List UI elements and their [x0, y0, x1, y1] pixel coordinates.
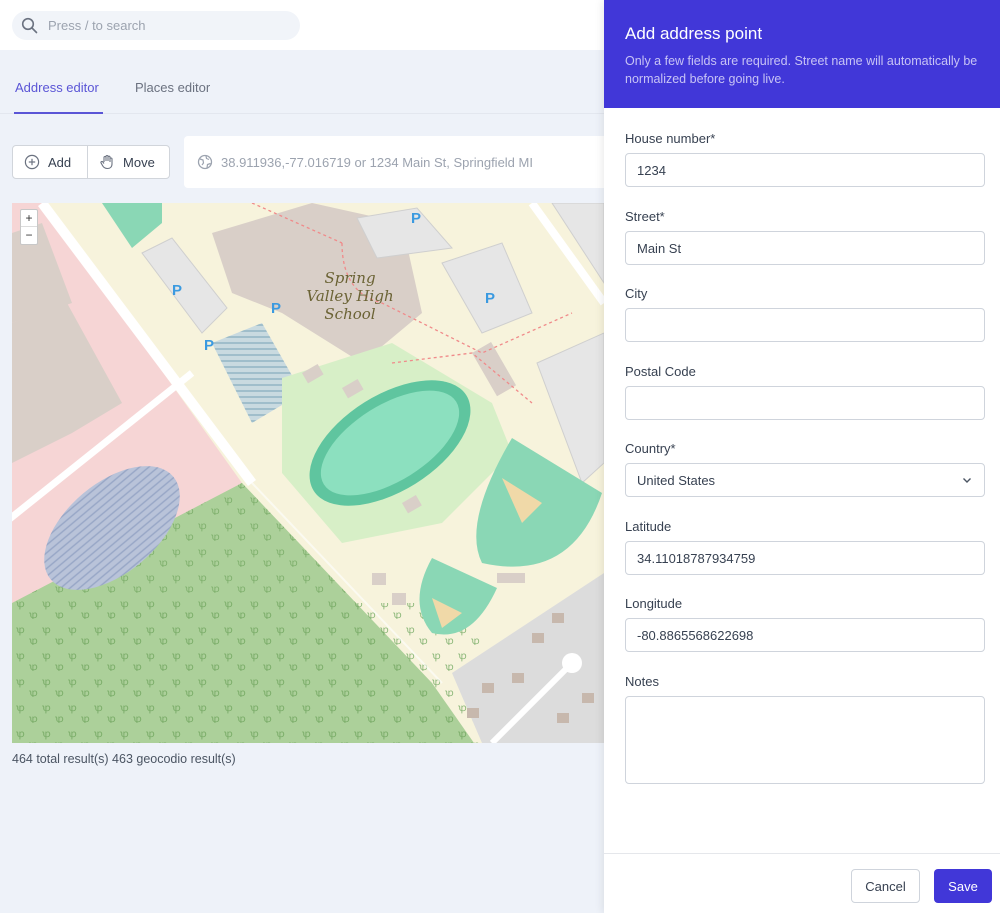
- tab-places-editor[interactable]: Places editor: [135, 80, 210, 95]
- parking-marker: P: [411, 210, 421, 227]
- notes-label: Notes: [625, 674, 659, 689]
- results-count: 464 total result(s) 463 geocodio result(…: [12, 752, 236, 766]
- zoom-controls: + −: [20, 209, 38, 245]
- save-button[interactable]: Save: [934, 869, 992, 903]
- tab-address-editor[interactable]: Address editor: [15, 80, 99, 95]
- city-label: City: [625, 286, 648, 301]
- latitude-label: Latitude: [625, 519, 672, 534]
- longitude-input[interactable]: -80.8865568622698: [625, 618, 985, 652]
- house-number-field-group: House number* 1234: [625, 131, 985, 187]
- latitude-field-group: Latitude 34.11018787934759: [625, 519, 985, 575]
- plus-circle-icon: [24, 154, 40, 170]
- parking-marker: P: [204, 337, 214, 354]
- city-field-group: City: [625, 286, 985, 342]
- hand-icon: [100, 154, 113, 170]
- zoom-in-button[interactable]: +: [21, 210, 37, 227]
- search-bar[interactable]: [12, 11, 300, 40]
- parking-marker: P: [172, 282, 182, 299]
- parking-marker: P: [271, 300, 281, 317]
- add-address-panel: Add address point Only a few fields are …: [604, 0, 1000, 913]
- search-input[interactable]: [48, 18, 288, 33]
- coordinate-search: [184, 136, 604, 188]
- move-button-label: Move: [123, 154, 155, 170]
- chevron-down-icon: [963, 478, 971, 483]
- map-label-line: Valley High: [306, 287, 393, 305]
- country-field-group: Country* United States: [625, 441, 985, 497]
- street-field-group: Street* Main St: [625, 209, 985, 265]
- coordinate-input[interactable]: [221, 154, 601, 170]
- longitude-label: Longitude: [625, 596, 683, 611]
- country-select[interactable]: United States: [625, 463, 985, 497]
- editor-tabs: Address editor Places editor: [0, 50, 604, 114]
- app-root: Address editor Places editor Add Move ꝕ …: [0, 0, 1000, 913]
- street-label: Street*: [625, 209, 665, 224]
- city-input[interactable]: [625, 308, 985, 342]
- panel-footer: Cancel Save: [604, 853, 1000, 913]
- map-label-line: Spring: [324, 269, 375, 287]
- top-bar: [0, 0, 604, 50]
- map-label-line: School: [324, 305, 375, 323]
- country-label: Country*: [625, 441, 676, 456]
- longitude-field-group: Longitude -80.8865568622698: [625, 596, 985, 652]
- map-tool-group: Add Move: [12, 145, 170, 179]
- house-number-input[interactable]: 1234: [625, 153, 985, 187]
- globe-icon: [197, 154, 213, 170]
- notes-field-group: Notes: [625, 674, 985, 789]
- postal-code-label: Postal Code: [625, 364, 696, 379]
- active-tab-indicator: [14, 112, 103, 114]
- map-canvas[interactable]: ꝕ ꝕ: [12, 203, 604, 743]
- panel-title: Add address point: [625, 24, 763, 43]
- panel-header: Add address point Only a few fields are …: [604, 0, 1000, 108]
- move-button[interactable]: Move: [88, 146, 169, 178]
- add-button[interactable]: Add: [13, 146, 89, 178]
- notes-textarea[interactable]: [625, 696, 985, 784]
- cancel-button[interactable]: Cancel: [851, 869, 920, 903]
- latitude-input[interactable]: 34.11018787934759: [625, 541, 985, 575]
- postal-code-input[interactable]: [625, 386, 985, 420]
- house-number-label: House number*: [625, 131, 716, 146]
- postal-code-field-group: Postal Code: [625, 364, 985, 420]
- add-button-label: Add: [48, 154, 72, 170]
- panel-description: Only a few fields are required. Street n…: [625, 54, 978, 86]
- parking-marker: P: [485, 290, 495, 307]
- search-icon: [21, 17, 38, 39]
- country-select-value: United States: [637, 472, 716, 488]
- street-input[interactable]: Main St: [625, 231, 985, 265]
- map-view[interactable]: ꝕ ꝕ: [12, 203, 604, 743]
- zoom-out-button[interactable]: −: [21, 227, 37, 244]
